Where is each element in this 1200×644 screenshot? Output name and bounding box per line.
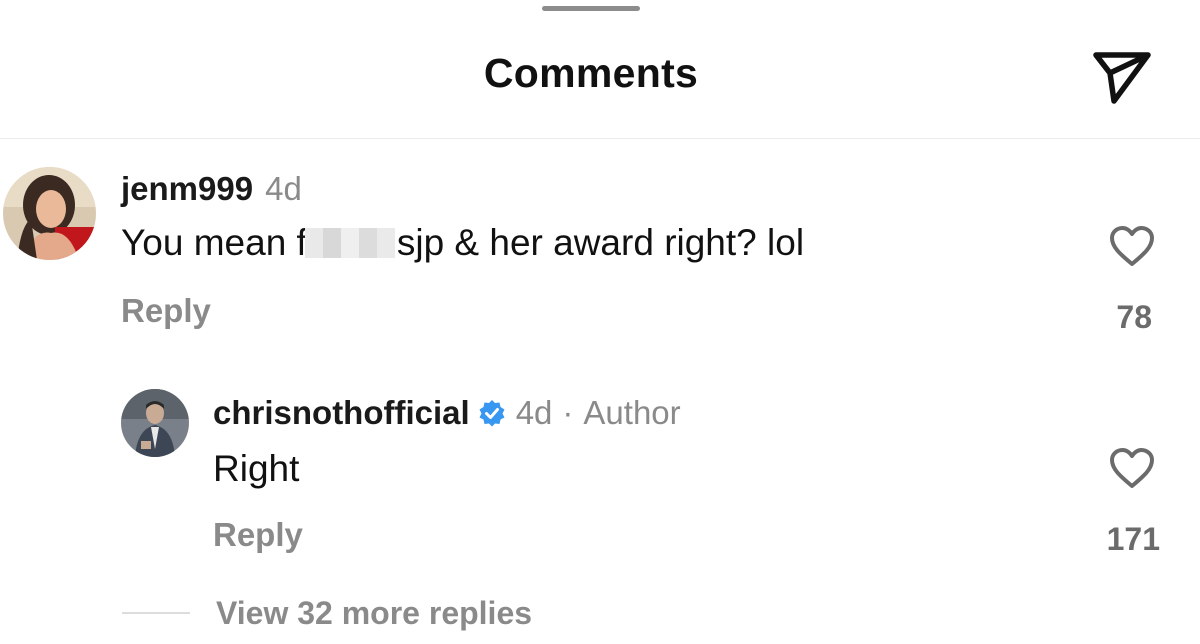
avatar[interactable] xyxy=(3,167,96,260)
like-button[interactable] xyxy=(1106,444,1158,492)
reply-button[interactable]: Reply xyxy=(121,292,211,330)
send-icon xyxy=(1093,52,1151,104)
profile-photo-icon xyxy=(3,167,96,260)
like-count: 78 xyxy=(1116,299,1152,335)
heart-outline-icon xyxy=(1110,448,1154,488)
replies-divider xyxy=(122,612,190,614)
verified-badge-icon xyxy=(478,399,506,427)
meta-separator: · xyxy=(562,394,574,431)
comment-text-end: sjp & her award right? lol xyxy=(396,222,805,263)
comment-text: You mean f sjp & her award right? lol xyxy=(121,222,804,264)
reply-username[interactable]: chrisnothofficial xyxy=(213,394,470,432)
view-more-replies-button[interactable]: View 32 more replies xyxy=(216,595,532,632)
like-button[interactable] xyxy=(1106,222,1158,270)
reply-text: Right xyxy=(213,448,300,489)
censored-word xyxy=(304,228,395,258)
share-button[interactable] xyxy=(1084,40,1160,110)
comments-sheet: Comments jenm999 4d You mean f sjp & her… xyxy=(0,0,1200,644)
comment-time: 4d xyxy=(265,170,302,207)
comment-text-start: You mean f xyxy=(121,222,307,263)
heart-outline-icon xyxy=(1110,226,1154,266)
comment-header: jenm999 4d xyxy=(121,170,302,208)
page-title: Comments xyxy=(483,50,699,96)
profile-photo-icon xyxy=(121,389,189,457)
drag-handle[interactable] xyxy=(542,6,640,11)
header-divider xyxy=(0,138,1200,139)
comment-username[interactable]: jenm999 xyxy=(121,170,253,208)
like-count: 171 xyxy=(1106,521,1160,557)
reply-header: chrisnothofficial 4d · Author xyxy=(213,394,681,432)
reply-button[interactable]: Reply xyxy=(213,516,303,554)
author-label: Author xyxy=(583,394,681,431)
reply-time: 4d xyxy=(515,394,553,431)
avatar[interactable] xyxy=(121,389,189,457)
